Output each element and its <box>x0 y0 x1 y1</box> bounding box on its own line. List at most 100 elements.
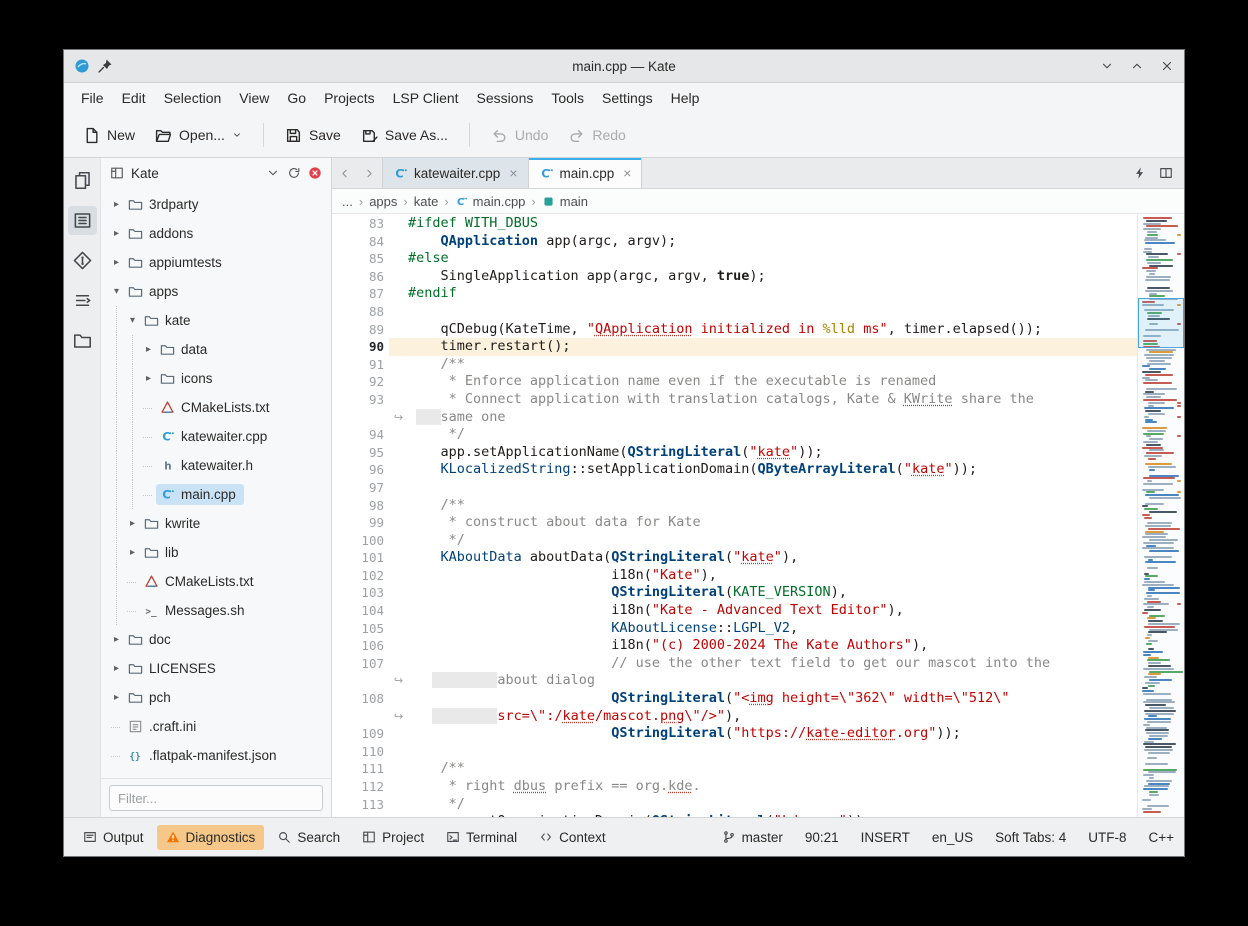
undo-button[interactable]: Undo <box>482 121 557 150</box>
menu-projects[interactable]: Projects <box>315 86 384 110</box>
status-search[interactable]: Search <box>268 825 349 850</box>
code-line[interactable]: 88 <box>332 303 1137 321</box>
chevron-down-icon[interactable]: ▾ <box>109 286 124 297</box>
code-line[interactable]: 104 i18n("Kate - Advanced Text Editor"), <box>332 602 1137 620</box>
tree-item-main-cpp[interactable]: Cmain.cpp <box>101 480 331 509</box>
refresh-icon[interactable] <box>287 166 301 180</box>
menu-help[interactable]: Help <box>662 86 709 110</box>
tree-item-pch[interactable]: ▸pch <box>101 683 331 712</box>
code-line[interactable]: ↪ src=\":/kate/mascot.png\"/>"), <box>332 708 1137 726</box>
code-line[interactable]: 84 QApplication app(argc, argv); <box>332 233 1137 251</box>
status-project[interactable]: Project <box>353 825 433 850</box>
status-c++[interactable]: C++ <box>1148 830 1174 845</box>
menu-file[interactable]: File <box>72 86 113 110</box>
tree-item-katewaiter-h[interactable]: hkatewaiter.h <box>101 451 331 480</box>
new-button[interactable]: New <box>74 121 144 150</box>
code-line[interactable]: 114 app.setOrganizationDomain(QStringLit… <box>332 813 1137 817</box>
close-tab-icon[interactable]: × <box>509 165 517 181</box>
titlebar[interactable]: main.cpp — Kate <box>64 50 1184 83</box>
sidebar-tool-documents[interactable] <box>68 166 97 195</box>
tree-item-icons[interactable]: ▸icons <box>101 364 331 393</box>
project-filter-input[interactable] <box>109 785 323 811</box>
sidebar-tool-symbols[interactable] <box>68 286 97 315</box>
code-line[interactable]: 97 <box>332 479 1137 497</box>
chevron-right-icon[interactable]: ▸ <box>141 373 156 384</box>
breadcrumb-main[interactable]: main <box>542 194 588 209</box>
tree-item-data[interactable]: ▸data <box>101 335 331 364</box>
chevron-right-icon[interactable]: ▸ <box>109 634 124 645</box>
tree-item-flatpak-manifest-iso[interactable]: {}.flatpak-manifest.iso <box>101 770 331 778</box>
code-line[interactable]: 101 KAboutData aboutData(QStringLiteral(… <box>332 549 1137 567</box>
menu-selection[interactable]: Selection <box>155 86 231 110</box>
tree-item-craft-ini[interactable]: .craft.ini <box>101 712 331 741</box>
code-line[interactable]: 110 <box>332 743 1137 761</box>
status-en-us[interactable]: en_US <box>932 830 973 845</box>
tree-item-appiumtests[interactable]: ▸appiumtests <box>101 248 331 277</box>
tree-item-kate[interactable]: ▾kate <box>101 306 331 335</box>
menu-go[interactable]: Go <box>278 86 315 110</box>
tree-item-flatpak-manifest-json[interactable]: {}.flatpak-manifest.json <box>101 741 331 770</box>
minimap-viewport[interactable] <box>1138 298 1184 348</box>
status-diagnostics[interactable]: Diagnostics <box>157 825 265 850</box>
tree-item-lib[interactable]: ▸lib <box>101 538 331 567</box>
chevron-right-icon[interactable]: ▸ <box>141 344 156 355</box>
close-badge-icon[interactable] <box>308 166 322 180</box>
sidebar-tool-filesystem[interactable] <box>68 326 97 355</box>
breadcrumb-main-cpp[interactable]: Cmain.cpp <box>455 194 526 209</box>
status-90-21[interactable]: 90:21 <box>805 830 839 845</box>
code-line[interactable]: 94 */ <box>332 426 1137 444</box>
code-line[interactable]: 89 qCDebug(KateTime, "QApplication initi… <box>332 321 1137 339</box>
chevron-right-icon[interactable]: ▸ <box>125 547 140 558</box>
menu-sessions[interactable]: Sessions <box>468 86 543 110</box>
code-line[interactable]: 106 i18n("(c) 2000-2024 The Kate Authors… <box>332 637 1137 655</box>
tree-item-3rdparty[interactable]: ▸3rdparty <box>101 190 331 219</box>
chevron-right-icon[interactable]: ▸ <box>109 257 124 268</box>
close-tab-icon[interactable]: × <box>623 165 631 181</box>
tab-next-button[interactable] <box>357 158 382 188</box>
open-button[interactable]: Open... <box>146 121 251 150</box>
status-insert[interactable]: INSERT <box>861 830 910 845</box>
status-context[interactable]: Context <box>530 825 615 850</box>
code-line[interactable]: 91 /** <box>332 356 1137 374</box>
code-line[interactable]: 98 /** <box>332 497 1137 515</box>
chevron-right-icon[interactable]: ▸ <box>109 692 124 703</box>
code-line[interactable]: 96 KLocalizedString::setApplicationDomai… <box>332 461 1137 479</box>
code-line[interactable]: 95 app.setApplicationName(QStringLiteral… <box>332 444 1137 462</box>
code-line[interactable]: 108 QStringLiteral("<img height=\"362\" … <box>332 690 1137 708</box>
code-line[interactable]: 87#endif <box>332 285 1137 303</box>
menu-lsp-client[interactable]: LSP Client <box>384 86 468 110</box>
breadcrumb-item[interactable]: ... <box>342 194 353 209</box>
breadcrumb-apps[interactable]: apps <box>369 194 397 209</box>
code-lines[interactable]: 83#ifdef WITH_DBUS84 QApplication app(ar… <box>332 214 1137 817</box>
code-line[interactable]: 99 * construct about data for Kate <box>332 514 1137 532</box>
status-output[interactable]: Output <box>74 825 153 850</box>
code-line[interactable]: 86 SingleApplication app(argc, argv, tru… <box>332 268 1137 286</box>
status-utf-8[interactable]: UTF-8 <box>1088 830 1126 845</box>
tree-item-cmakelists-txt[interactable]: CMakeLists.txt <box>101 567 331 596</box>
menu-settings[interactable]: Settings <box>593 86 662 110</box>
chevron-right-icon[interactable]: ▸ <box>109 663 124 674</box>
code-line[interactable]: 105 KAboutLicense::LGPL_V2, <box>332 620 1137 638</box>
close-button[interactable] <box>1160 59 1174 73</box>
quick-open-icon[interactable] <box>1133 166 1147 180</box>
save-as-button[interactable]: Save As... <box>352 121 457 150</box>
sidebar-tool-project[interactable] <box>68 206 97 235</box>
code-line[interactable]: ↪ about dialog <box>332 672 1137 690</box>
code-line[interactable]: 111 /** <box>332 760 1137 778</box>
tab-katewaiter-cpp[interactable]: Ckatewaiter.cpp× <box>382 158 529 188</box>
menu-edit[interactable]: Edit <box>113 86 155 110</box>
code-line[interactable]: 90 timer.restart(); <box>332 338 1137 356</box>
status-soft-tabs-4[interactable]: Soft Tabs: 4 <box>995 830 1066 845</box>
tree-item-messages-sh[interactable]: >_Messages.sh <box>101 596 331 625</box>
menu-view[interactable]: View <box>230 86 278 110</box>
code-line[interactable]: 93 * Connect application with translatio… <box>332 391 1137 409</box>
code-line[interactable]: 102 i18n("Kate"), <box>332 567 1137 585</box>
code-line[interactable]: 85#else <box>332 250 1137 268</box>
redo-button[interactable]: Redo <box>559 121 634 150</box>
tree-item-katewaiter-cpp[interactable]: Ckatewaiter.cpp <box>101 422 331 451</box>
tree-item-cmakelists-txt[interactable]: CMakeLists.txt <box>101 393 331 422</box>
tree-item-addons[interactable]: ▸addons <box>101 219 331 248</box>
minimize-button[interactable] <box>1100 59 1114 73</box>
chevron-right-icon[interactable]: ▸ <box>109 228 124 239</box>
code-line[interactable]: ↪ same one <box>332 409 1137 427</box>
